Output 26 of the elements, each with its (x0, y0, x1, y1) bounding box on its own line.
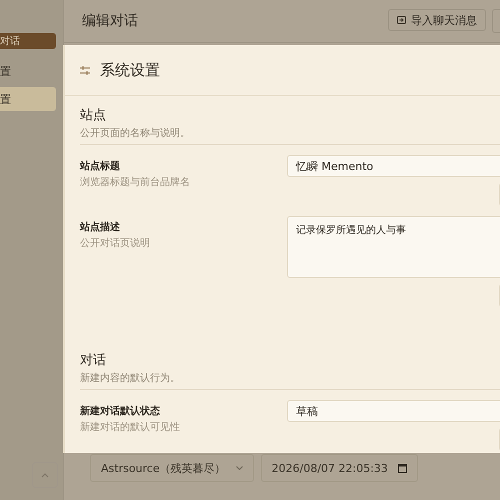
page-title: 编辑对话 (82, 12, 138, 30)
dialog-title: 系统设置 (100, 62, 160, 80)
calendar-icon (398, 464, 407, 472)
import-button[interactable]: 导入聊天消息 (388, 9, 486, 31)
field-hint: 浏览器标题与前台品牌名 (80, 176, 191, 189)
author-select[interactable]: Astrsource（残英暮尽） (90, 454, 254, 482)
select-field[interactable]: 草稿 (287, 400, 500, 422)
import-icon (397, 16, 406, 24)
text-area[interactable]: 记录保罗所遇见的人与事 (287, 216, 500, 278)
field-label: 站点标题 (80, 160, 121, 173)
chevron-down-icon (236, 466, 243, 470)
sidebar-button[interactable]: 对话 (0, 33, 56, 49)
section-title: 对话 (80, 351, 107, 369)
sidebar-item[interactable]: 置 (0, 59, 56, 83)
field-label: 新建对话默认状态 (80, 404, 161, 418)
chevron-up-icon (41, 472, 49, 478)
section-description: 新建内容的默认行为。 (80, 371, 500, 390)
field-hint: 公开对话页说明 (80, 236, 151, 250)
sliders-icon (80, 66, 90, 74)
section-title: 站点 (80, 106, 107, 124)
field-label: 站点描述 (80, 220, 121, 234)
field-hint: 新建对话的默认可见性 (80, 420, 181, 434)
input-field[interactable]: 忆瞬 Memento (287, 155, 500, 177)
section-description: 公开页面的名称与说明。 (80, 126, 500, 145)
date-field[interactable]: 2026/08/07 22:05:33 (260, 454, 418, 482)
sidebar-item[interactable]: 置 (0, 87, 56, 111)
